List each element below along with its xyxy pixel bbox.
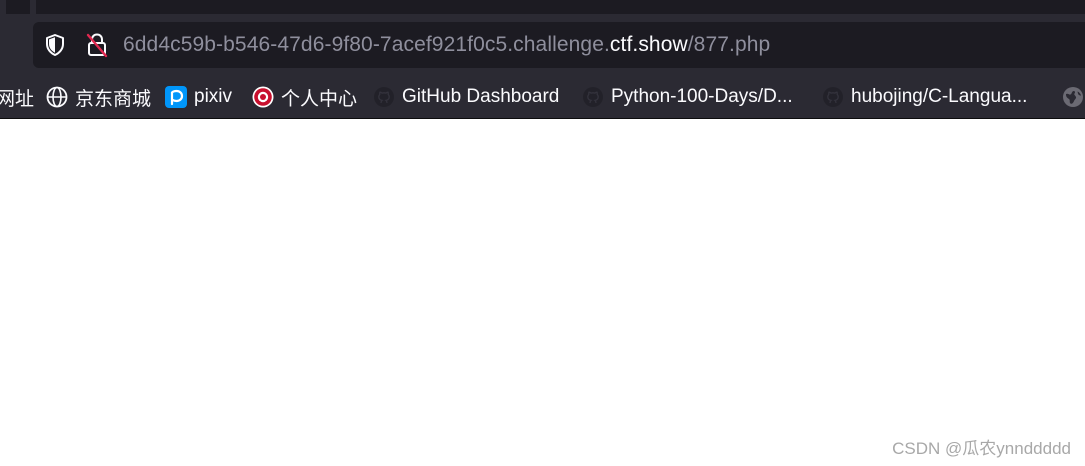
github-icon	[374, 87, 394, 107]
github-icon	[583, 87, 603, 107]
bookmark-item[interactable]: GitHub Dashboard	[373, 76, 559, 118]
bookmark-item[interactable]: 网址	[0, 76, 34, 118]
bookmark-label: GitHub Dashboard	[402, 86, 560, 107]
watermark-text: CSDN @瓜农ynnddddd	[892, 439, 1071, 458]
tracking-protection-shield-icon[interactable]	[43, 33, 67, 57]
globe-icon	[1063, 87, 1083, 107]
github-icon	[823, 87, 843, 107]
tab-strip	[0, 0, 1085, 14]
bookmark-item[interactable]	[1062, 76, 1085, 118]
url-text[interactable]: 6dd4c59b-b546-47d6-9f80-7acef921f0c5.cha…	[123, 33, 770, 57]
bookmarks-toolbar: 网址 京东商城 pixiv 个人中心 GitHub Dashboard Pyth…	[0, 76, 1085, 119]
bookmark-item[interactable]: 京东商城	[46, 76, 151, 118]
bookmark-item[interactable]: hubojing/C-Langua...	[822, 76, 1027, 118]
url-bar[interactable]: 6dd4c59b-b546-47d6-9f80-7acef921f0c5.cha…	[33, 22, 1085, 68]
bookmark-label: 京东商城	[75, 88, 152, 110]
tab-edge[interactable]	[0, 0, 6, 14]
insecure-lock-icon[interactable]	[85, 32, 109, 58]
tab-edge[interactable]	[30, 0, 36, 14]
url-path: /877.php	[687, 33, 771, 56]
bookmark-label: 网址	[0, 88, 35, 110]
url-prefix: 6dd4c59b-b546-47d6-9f80-7acef921f0c5.cha…	[123, 33, 610, 56]
bookmark-item[interactable]: Python-100-Days/D...	[582, 76, 793, 118]
bookmark-label: hubojing/C-Langua...	[851, 86, 1028, 107]
bookmark-label: 个人中心	[281, 88, 358, 110]
bookmark-label: pixiv	[194, 86, 233, 107]
bookmark-label: Python-100-Days/D...	[611, 86, 793, 107]
pixiv-icon	[165, 86, 187, 108]
url-domain: ctf.show	[609, 33, 688, 56]
bookmark-item[interactable]: 个人中心	[252, 76, 357, 118]
bookmark-item[interactable]: pixiv	[165, 76, 232, 118]
badge-icon	[252, 86, 274, 108]
navigation-toolbar: 6dd4c59b-b546-47d6-9f80-7acef921f0c5.cha…	[0, 14, 1085, 76]
globe-icon	[46, 86, 68, 108]
